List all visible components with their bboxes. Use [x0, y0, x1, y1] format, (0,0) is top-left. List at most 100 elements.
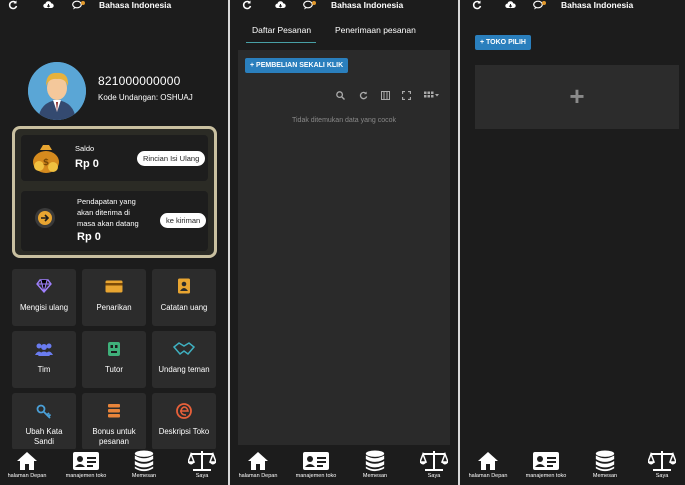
income-line-3: masa akan datang: [77, 219, 139, 228]
language-selector[interactable]: Bahasa Indonesia: [331, 0, 403, 10]
database-icon: [365, 450, 385, 472]
income-card: Pendapatan yang akan diterima di masa ak…: [21, 191, 208, 251]
database-icon: [134, 450, 154, 472]
tile-recharge[interactable]: Mengisi ulang: [12, 269, 76, 326]
plus-icon: +: [569, 81, 585, 111]
pick-store-button[interactable]: + TOKO PILIH: [475, 35, 531, 50]
nav-orders[interactable]: Memesan: [122, 450, 166, 480]
money-bag-icon: $: [33, 145, 59, 173]
stack-icon: [108, 404, 120, 418]
add-store-box[interactable]: +: [475, 65, 679, 129]
nav-label: manajemen toko: [295, 473, 337, 479]
nav-label: halaman Depan: [468, 473, 508, 479]
nav-orders[interactable]: Memesan: [583, 450, 627, 480]
nav-me[interactable]: Saya: [184, 450, 220, 480]
tile-label: Deskripsi Toko: [158, 427, 210, 436]
search-icon[interactable]: [336, 91, 345, 100]
scale-icon: [188, 451, 216, 471]
grid-menu-icon[interactable]: [424, 91, 440, 100]
tile-withdraw[interactable]: Penarikan: [82, 269, 146, 326]
id-card-icon: [303, 452, 329, 470]
cloud-download-icon[interactable]: [275, 0, 286, 10]
income-line-1: Pendapatan yang: [77, 197, 136, 206]
top-bar: Bahasa Indonesia: [230, 0, 458, 12]
nav-home[interactable]: halaman Depan: [465, 450, 511, 480]
language-selector[interactable]: Bahasa Indonesia: [561, 0, 633, 10]
income-line-2: akan diterima di: [77, 208, 130, 217]
columns-icon[interactable]: [381, 91, 390, 100]
delivery-button[interactable]: ke kiriman: [160, 213, 207, 228]
home-icon: [17, 452, 37, 470]
nav-store-management[interactable]: manajemen toko: [290, 450, 342, 480]
nav-label: Memesan: [362, 473, 388, 479]
tab-order-receipt[interactable]: Penerimaan pesanan: [335, 25, 416, 35]
tutor-icon: [108, 342, 120, 356]
bottom-nav: halaman Depan manajemen toko Memesan Say…: [0, 449, 228, 485]
tile-label: Ubah Kata Sandi: [12, 427, 76, 447]
tab-active-indicator: [246, 42, 316, 43]
tile-order-bonus[interactable]: Bonus untuk pesanan: [82, 393, 146, 450]
chat-icon[interactable]: [303, 0, 317, 10]
nav-store-management[interactable]: manajemen toko: [60, 450, 112, 480]
tile-label-line-2: Sandi: [34, 437, 54, 446]
nav-label: manajemen toko: [525, 473, 567, 479]
nav-me[interactable]: Saya: [416, 450, 452, 480]
scale-icon: [648, 451, 676, 471]
tile-change-password[interactable]: Ubah Kata Sandi: [12, 393, 76, 450]
nav-store-management[interactable]: manajemen toko: [520, 450, 572, 480]
tile-label: Undang teman: [158, 365, 210, 374]
nav-me[interactable]: Saya: [644, 450, 680, 480]
cloud-download-icon[interactable]: [505, 0, 516, 10]
chat-icon[interactable]: [533, 0, 547, 10]
nav-label: Saya: [655, 473, 669, 479]
scale-icon: [420, 451, 448, 471]
home-icon: [478, 452, 498, 470]
tile-tutor[interactable]: Tutor: [82, 331, 146, 388]
balance-title: Saldo: [75, 144, 95, 153]
invite-code: Kode Undangan: OSHUAJ: [98, 93, 193, 102]
avatar[interactable]: [28, 62, 86, 120]
team-icon: [35, 343, 53, 356]
top-bar: Bahasa Indonesia: [0, 0, 228, 12]
nav-label: Memesan: [592, 473, 618, 479]
one-click-purchase-button[interactable]: + PEMBELIAN SEKALI KLIK: [245, 58, 349, 73]
orders-content: + PEMBELIAN SEKALI KLIK: [238, 50, 450, 445]
handshake-icon: [173, 342, 195, 356]
edge-icon: [176, 403, 192, 419]
refresh-icon[interactable]: [242, 0, 252, 10]
nav-label: Saya: [427, 473, 441, 479]
income-amount: Rp 0: [77, 231, 101, 243]
tile-label: Catatan uang: [160, 303, 208, 312]
tile-label: Tutor: [105, 365, 123, 374]
tile-money-record[interactable]: Catatan uang: [152, 269, 216, 326]
balance-amount: Rp 0: [75, 158, 99, 170]
id-card-icon: [533, 452, 559, 470]
nav-label: Memesan: [131, 473, 157, 479]
language-selector[interactable]: Bahasa Indonesia: [99, 0, 171, 10]
contact-book-icon: [178, 278, 190, 294]
empty-state-text: Tidak ditemukan data yang cocok: [291, 117, 397, 124]
chat-icon[interactable]: [72, 0, 86, 10]
refresh-icon[interactable]: [8, 0, 18, 10]
tile-label-line-2: pesanan: [99, 437, 129, 446]
nav-home[interactable]: halaman Depan: [4, 450, 50, 480]
tile-store-description[interactable]: Deskripsi Toko: [152, 393, 216, 450]
home-icon: [248, 452, 268, 470]
refresh-icon[interactable]: [472, 0, 482, 10]
tile-label: Mengisi ulang: [19, 303, 69, 312]
nav-orders[interactable]: Memesan: [353, 450, 397, 480]
tile-invite-friends[interactable]: Undang teman: [152, 331, 216, 388]
recharge-detail-button[interactable]: Rincian Isi Ulang: [137, 151, 206, 166]
tile-label: Penarikan: [96, 303, 132, 312]
fullscreen-icon[interactable]: [402, 91, 411, 100]
diamond-icon: [36, 279, 52, 293]
tile-team[interactable]: Tim: [12, 331, 76, 388]
nav-home[interactable]: halaman Depan: [235, 450, 281, 480]
cloud-download-icon[interactable]: [43, 0, 54, 10]
reload-icon[interactable]: [359, 91, 368, 100]
nav-label: manajemen toko: [65, 473, 107, 479]
tab-order-list[interactable]: Daftar Pesanan: [252, 25, 311, 35]
database-icon: [595, 450, 615, 472]
phone-number: 821000000000: [98, 74, 181, 88]
top-bar: Bahasa Indonesia: [460, 0, 685, 12]
